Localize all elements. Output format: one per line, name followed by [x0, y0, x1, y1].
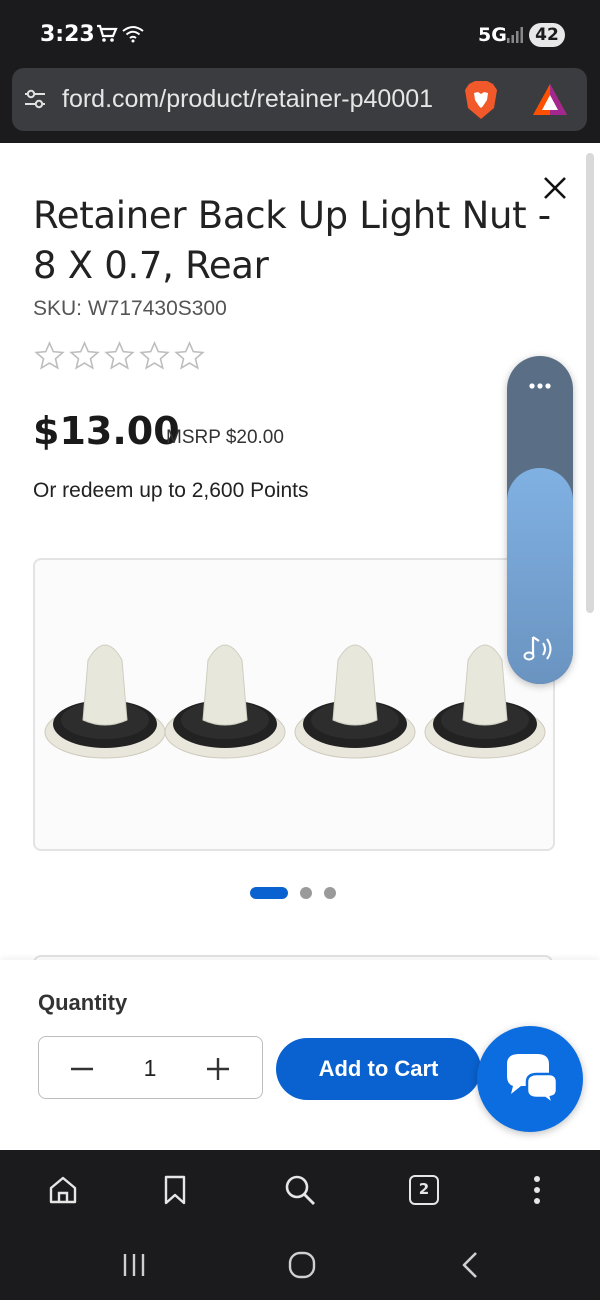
- quantity-label: Quantity: [38, 990, 128, 1015]
- msrp-price: MSRP $20.00: [166, 427, 284, 448]
- url-text[interactable]: ford.com/product/retainer-p40001: [62, 85, 460, 114]
- home-icon[interactable]: [43, 1170, 83, 1210]
- points-redeem-text: Or redeem up to 2,600 Points: [33, 479, 309, 502]
- star-icon: [34, 341, 65, 370]
- scrollbar[interactable]: [586, 153, 594, 613]
- shopping-cart-icon: [96, 24, 118, 49]
- product-image[interactable]: [33, 558, 555, 851]
- product-sku: SKU: W717430S300: [33, 297, 227, 320]
- music-note-icon[interactable]: [521, 633, 557, 670]
- more-options-icon[interactable]: [528, 378, 552, 396]
- carousel-dot-3[interactable]: [324, 887, 336, 899]
- carousel-dot-2[interactable]: [300, 887, 312, 899]
- address-bar[interactable]: ford.com/product/retainer-p40001: [12, 68, 587, 131]
- retainer-nut-image: [44, 644, 546, 759]
- star-icon: [69, 341, 100, 370]
- star-rating[interactable]: [33, 341, 206, 371]
- carousel-dot-1[interactable]: [250, 887, 288, 899]
- home-nav-icon[interactable]: [282, 1248, 322, 1282]
- quantity-value[interactable]: 1: [135, 1055, 165, 1082]
- chat-bubbles-icon: [507, 1054, 559, 1108]
- tabs-button[interactable]: 2: [404, 1170, 444, 1210]
- product-title: Retainer Back Up Light Nut - 8 X 0.7, Re…: [33, 194, 551, 287]
- minus-icon[interactable]: [69, 1056, 95, 1082]
- brave-rewards-icon[interactable]: [531, 82, 569, 123]
- signal-icon: [506, 26, 524, 49]
- chat-button[interactable]: [477, 1026, 583, 1132]
- menu-icon[interactable]: [517, 1170, 557, 1210]
- bookmark-icon[interactable]: [155, 1170, 195, 1210]
- star-icon: [174, 341, 205, 370]
- star-icon: [104, 341, 135, 370]
- status-time: 3:23: [40, 22, 95, 47]
- star-icon: [139, 341, 170, 370]
- tab-count: 2: [409, 1175, 439, 1205]
- back-icon[interactable]: [450, 1248, 490, 1282]
- media-volume-panel[interactable]: [507, 356, 573, 684]
- browser-toolbar: 2: [0, 1150, 600, 1230]
- plus-icon[interactable]: [205, 1056, 231, 1082]
- status-bar: 3:23 5G 42: [0, 0, 600, 66]
- image-carousel-dots: [250, 887, 336, 899]
- system-nav-bar: [0, 1230, 600, 1300]
- brave-shields-icon[interactable]: [463, 80, 499, 125]
- add-to-cart-button[interactable]: Add to Cart: [276, 1038, 481, 1100]
- wifi-icon: [122, 25, 144, 48]
- network-type: 5G: [478, 24, 507, 46]
- product-price: $13.00: [33, 409, 180, 453]
- search-icon[interactable]: [280, 1170, 320, 1210]
- battery-indicator: 42: [529, 23, 565, 47]
- site-settings-icon[interactable]: [22, 86, 48, 117]
- quantity-stepper[interactable]: 1: [38, 1036, 263, 1099]
- recent-apps-icon[interactable]: [114, 1248, 154, 1282]
